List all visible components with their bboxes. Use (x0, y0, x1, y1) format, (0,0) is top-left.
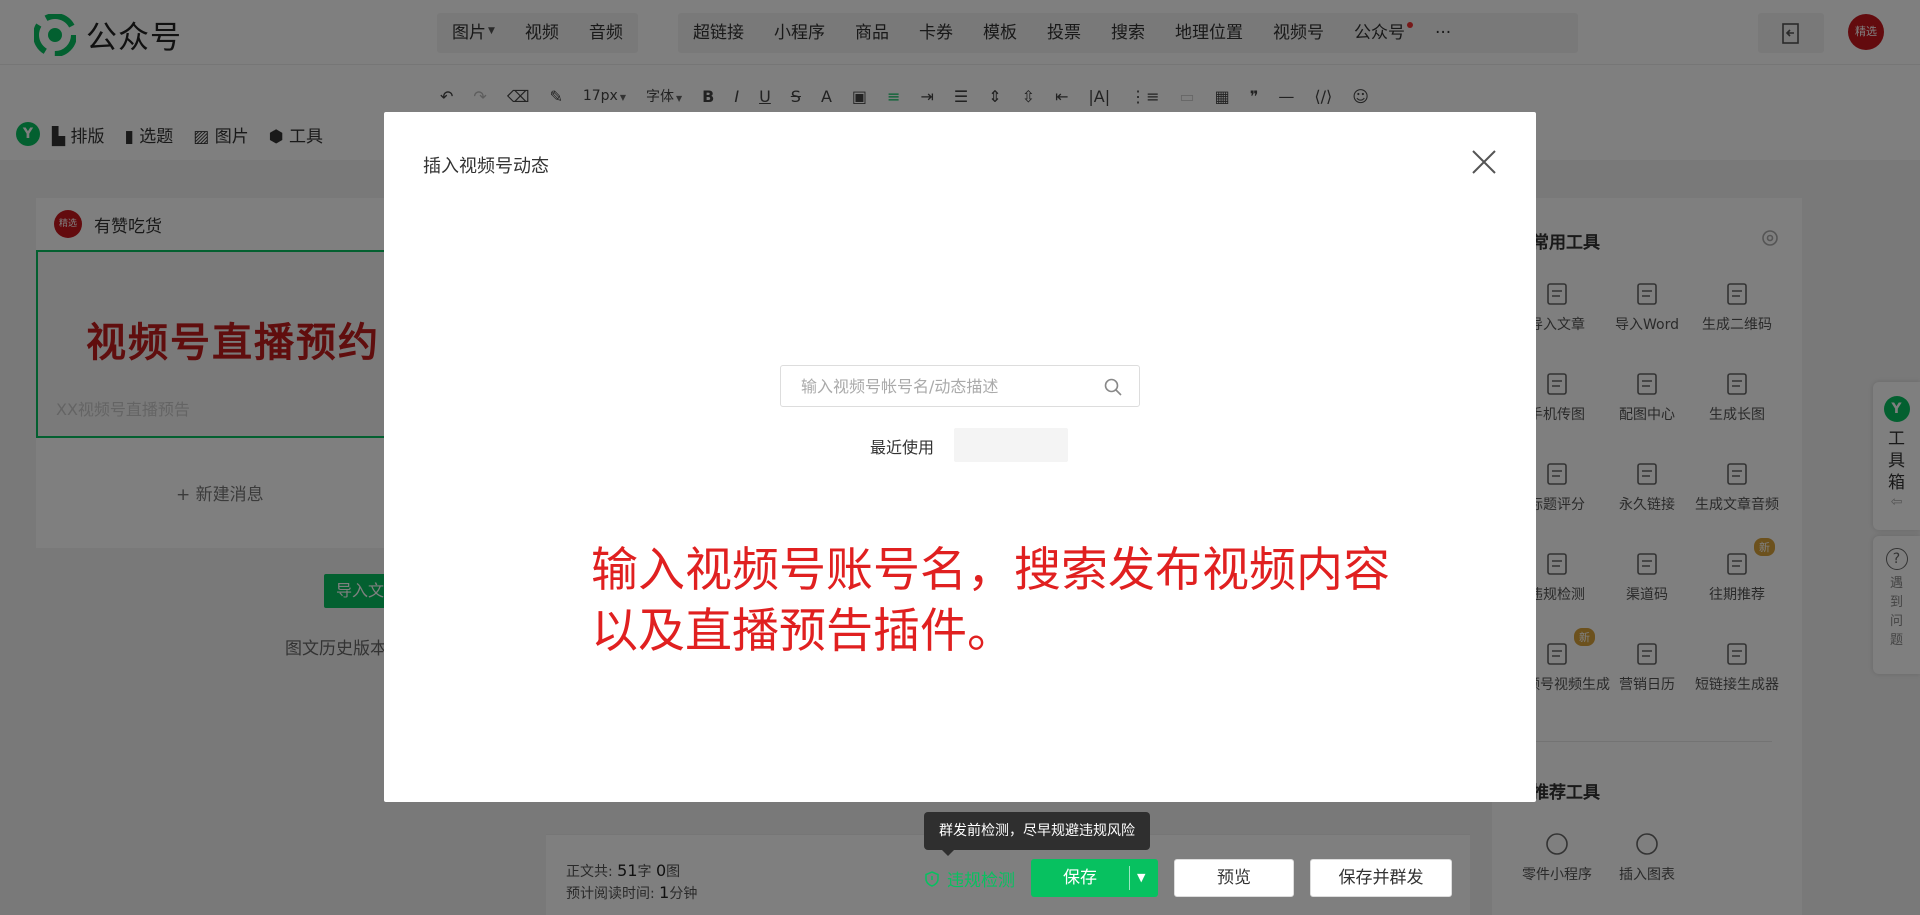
preview-button[interactable]: 预览 (1174, 859, 1294, 897)
save-dropdown-icon[interactable]: ▼ (1137, 859, 1145, 897)
divider (1129, 866, 1130, 890)
recent-account-item[interactable] (954, 428, 1068, 462)
save-and-send-button[interactable]: 保存并群发 (1310, 859, 1452, 897)
save-button[interactable]: 保存 ▼ (1031, 859, 1158, 897)
search-box (780, 365, 1140, 407)
search-input[interactable] (781, 366, 1091, 406)
save-label: 保存 (1063, 868, 1097, 888)
shield-check-icon (925, 870, 939, 887)
recent-label: 最近使用 (870, 438, 935, 457)
insert-channels-modal: 插入视频号动态 最近使用 输入视频号账号名，搜索发布视频内容 以及直播预告插件。 (384, 112, 1536, 802)
violation-check-label: 违规检测 (947, 871, 1015, 891)
close-icon[interactable] (1470, 148, 1498, 176)
modal-title: 插入视频号动态 (423, 156, 549, 177)
instruction-annotation: 输入视频号账号名，搜索发布视频内容 以及直播预告插件。 (591, 543, 1390, 659)
search-icon[interactable] (1103, 377, 1123, 397)
check-tooltip: 群发前检测，尽早规避违规风险 (924, 812, 1150, 856)
violation-check-link[interactable]: 违规检测 (923, 866, 1015, 891)
